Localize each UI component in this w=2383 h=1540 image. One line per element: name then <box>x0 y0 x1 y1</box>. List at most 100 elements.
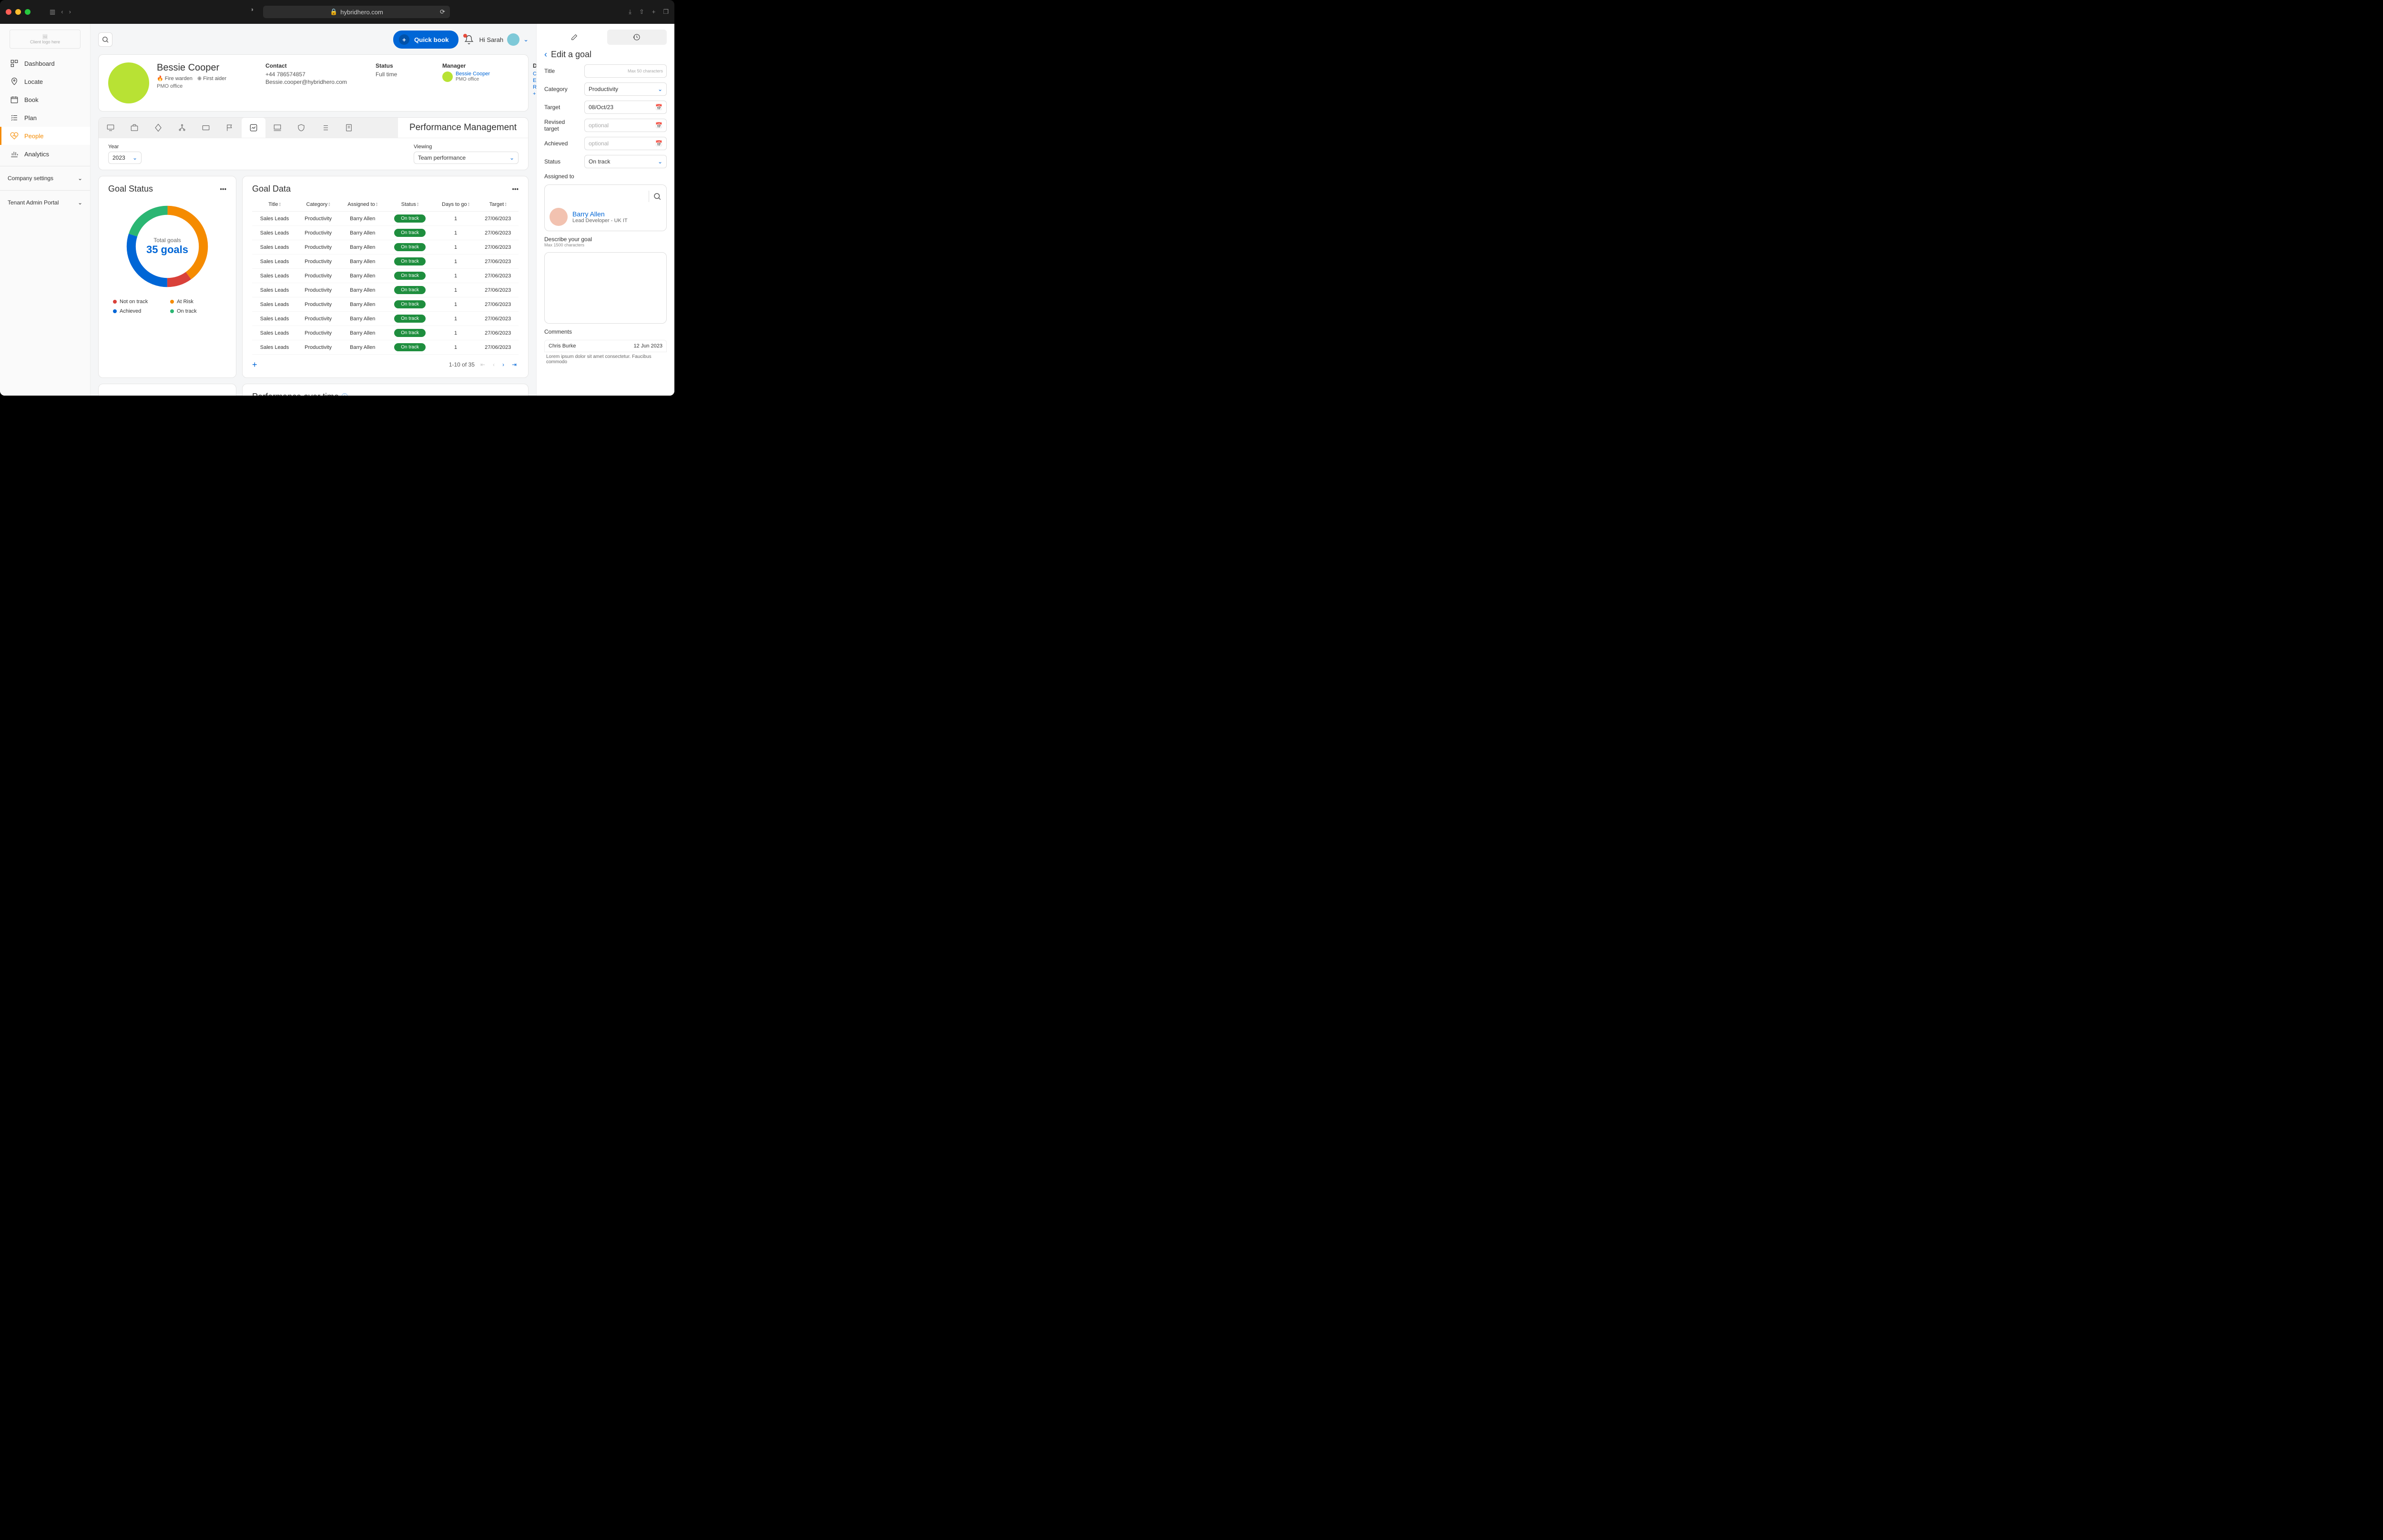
perf-mgmt-title: Performance Management <box>398 118 528 138</box>
pager-last[interactable]: ⇥ <box>510 359 519 370</box>
column-header[interactable]: Assigned to▴▾ <box>339 198 386 212</box>
manager-office: PMO office <box>456 77 490 82</box>
sort-icon: ▴▾ <box>376 202 378 207</box>
quick-book-button[interactable]: + Quick book <box>393 31 458 49</box>
cell-title: Sales Leads <box>252 326 297 340</box>
column-header[interactable]: Days to go▴▾ <box>434 198 478 212</box>
more-icon[interactable]: ••• <box>512 185 519 193</box>
table-row[interactable]: Sales Leads Productivity Barry Allen On … <box>252 312 519 326</box>
report-more[interactable]: + 5 more <box>533 91 536 97</box>
chevron-down-icon: ⌄ <box>658 158 662 165</box>
user-menu[interactable]: Hi Sarah ⌄ <box>479 33 529 46</box>
pager-first[interactable]: ⇤ <box>479 359 487 370</box>
edit-tab[interactable] <box>544 30 604 45</box>
legend-item: Not on track <box>113 299 164 305</box>
tab-id[interactable] <box>194 118 218 138</box>
sidebar-item-analytics[interactable]: Analytics <box>0 145 90 163</box>
describe-textarea[interactable] <box>544 252 667 324</box>
status-select[interactable]: On track ⌄ <box>584 155 667 168</box>
back-icon[interactable]: ‹ <box>61 8 63 16</box>
contact-phone: +44 786574857 <box>265 71 347 78</box>
sidebar-item-locate[interactable]: Locate <box>0 72 90 91</box>
assigned-search-input[interactable] <box>550 190 645 203</box>
tab-travel[interactable] <box>146 118 170 138</box>
sidebar-toggle-icon[interactable]: ▥ <box>50 8 55 16</box>
pager-prev[interactable]: ‹ <box>491 359 497 370</box>
table-row[interactable]: Sales Leads Productivity Barry Allen On … <box>252 212 519 226</box>
tab-list[interactable] <box>313 118 337 138</box>
search-icon[interactable] <box>653 192 662 201</box>
title-hint: Max 50 characters <box>628 69 663 73</box>
pager-next[interactable]: › <box>500 359 506 370</box>
shield-icon[interactable]: ◑ <box>250 6 254 18</box>
achieved-date-input[interactable]: optional 📅 <box>584 137 667 150</box>
table-row[interactable]: Sales Leads Productivity Barry Allen On … <box>252 269 519 283</box>
sidebar-item-dashboard[interactable]: Dashboard <box>0 54 90 72</box>
tabs-icon[interactable]: ❐ <box>663 8 669 16</box>
more-icon[interactable]: ••• <box>220 185 226 193</box>
contact-email: Bessie.cooper@hybridhero.com <box>265 79 347 85</box>
new-tab-icon[interactable]: + <box>652 8 656 16</box>
goal-data-title: Goal Data <box>252 184 291 194</box>
manager-name[interactable]: Bessie Cooper <box>456 71 490 77</box>
download-icon[interactable]: ⤓ <box>629 8 631 16</box>
table-row[interactable]: Sales Leads Productivity Barry Allen On … <box>252 255 519 269</box>
calendar-icon: 📅 <box>655 140 662 147</box>
assignee-name[interactable]: Barry Allen <box>572 210 628 218</box>
close-window[interactable] <box>6 9 11 15</box>
table-row[interactable]: Sales Leads Productivity Barry Allen On … <box>252 340 519 355</box>
tab-performance[interactable] <box>242 118 265 138</box>
comment-date: 12 Jun 2023 <box>633 343 662 349</box>
viewing-select[interactable]: Team performance ⌄ <box>414 152 519 164</box>
tab-shield[interactable] <box>289 118 313 138</box>
share-icon[interactable]: ⇧ <box>639 8 644 16</box>
revised-date-input[interactable]: optional 📅 <box>584 119 667 132</box>
reload-icon[interactable]: ⟳ <box>440 8 445 16</box>
address-bar[interactable]: 🔒 hybridhero.com ⟳ <box>263 6 450 18</box>
tab-briefcase[interactable] <box>122 118 146 138</box>
table-row[interactable]: Sales Leads Productivity Barry Allen On … <box>252 283 519 297</box>
table-row[interactable]: Sales Leads Productivity Barry Allen On … <box>252 240 519 255</box>
more-icon[interactable]: ••• <box>512 393 519 396</box>
chart-icon <box>10 150 19 158</box>
cell-title: Sales Leads <box>252 283 297 297</box>
target-field-label: Target <box>544 104 580 111</box>
column-header[interactable]: Title▴▾ <box>252 198 297 212</box>
back-icon[interactable]: ‹ <box>544 50 547 60</box>
table-row[interactable]: Sales Leads Productivity Barry Allen On … <box>252 297 519 312</box>
column-header[interactable]: Target▴▾ <box>477 198 519 212</box>
target-date-input[interactable]: 08/Oct/23 📅 <box>584 101 667 114</box>
comment-author: Chris Burke <box>549 343 576 349</box>
notifications-button[interactable] <box>464 35 474 44</box>
tab-flag[interactable] <box>218 118 242 138</box>
history-tab[interactable] <box>607 30 667 45</box>
sidebar-item-book[interactable]: Book <box>0 91 90 109</box>
report-link[interactable]: Ralph Edwards <box>533 84 536 90</box>
tab-org[interactable] <box>170 118 194 138</box>
tab-notes[interactable] <box>337 118 361 138</box>
minimize-window[interactable] <box>15 9 21 15</box>
client-logo: 🖼 Client logo here <box>10 30 81 49</box>
cell-assigned: Barry Allen <box>339 312 386 326</box>
sidebar-item-people[interactable]: People <box>0 127 90 145</box>
info-icon[interactable]: ⓘ <box>341 393 348 396</box>
sidebar-tenant-portal[interactable]: Tenant Admin Portal ⌄ <box>0 194 90 212</box>
column-header[interactable]: Category▴▾ <box>297 198 339 212</box>
panel-title: Edit a goal <box>551 50 591 60</box>
report-link[interactable]: Eleanor Pena <box>533 78 536 83</box>
maximize-window[interactable] <box>25 9 31 15</box>
table-row[interactable]: Sales Leads Productivity Barry Allen On … <box>252 226 519 240</box>
sidebar-company-settings[interactable]: Company settings ⌄ <box>0 169 90 187</box>
tab-monitor[interactable] <box>99 118 122 138</box>
year-select[interactable]: 2023 ⌄ <box>108 152 142 164</box>
calendar-icon <box>10 95 19 104</box>
report-link[interactable]: Cody Fisher <box>533 71 536 77</box>
category-select[interactable]: Productivity ⌄ <box>584 82 667 96</box>
sidebar-item-plan[interactable]: Plan <box>0 109 90 127</box>
tab-desktop[interactable] <box>265 118 289 138</box>
assigned-label: Assigned to <box>544 173 667 180</box>
search-button[interactable] <box>98 32 112 47</box>
add-row-button[interactable]: + <box>252 360 257 370</box>
column-header[interactable]: Status▴▾ <box>386 198 434 212</box>
table-row[interactable]: Sales Leads Productivity Barry Allen On … <box>252 326 519 340</box>
